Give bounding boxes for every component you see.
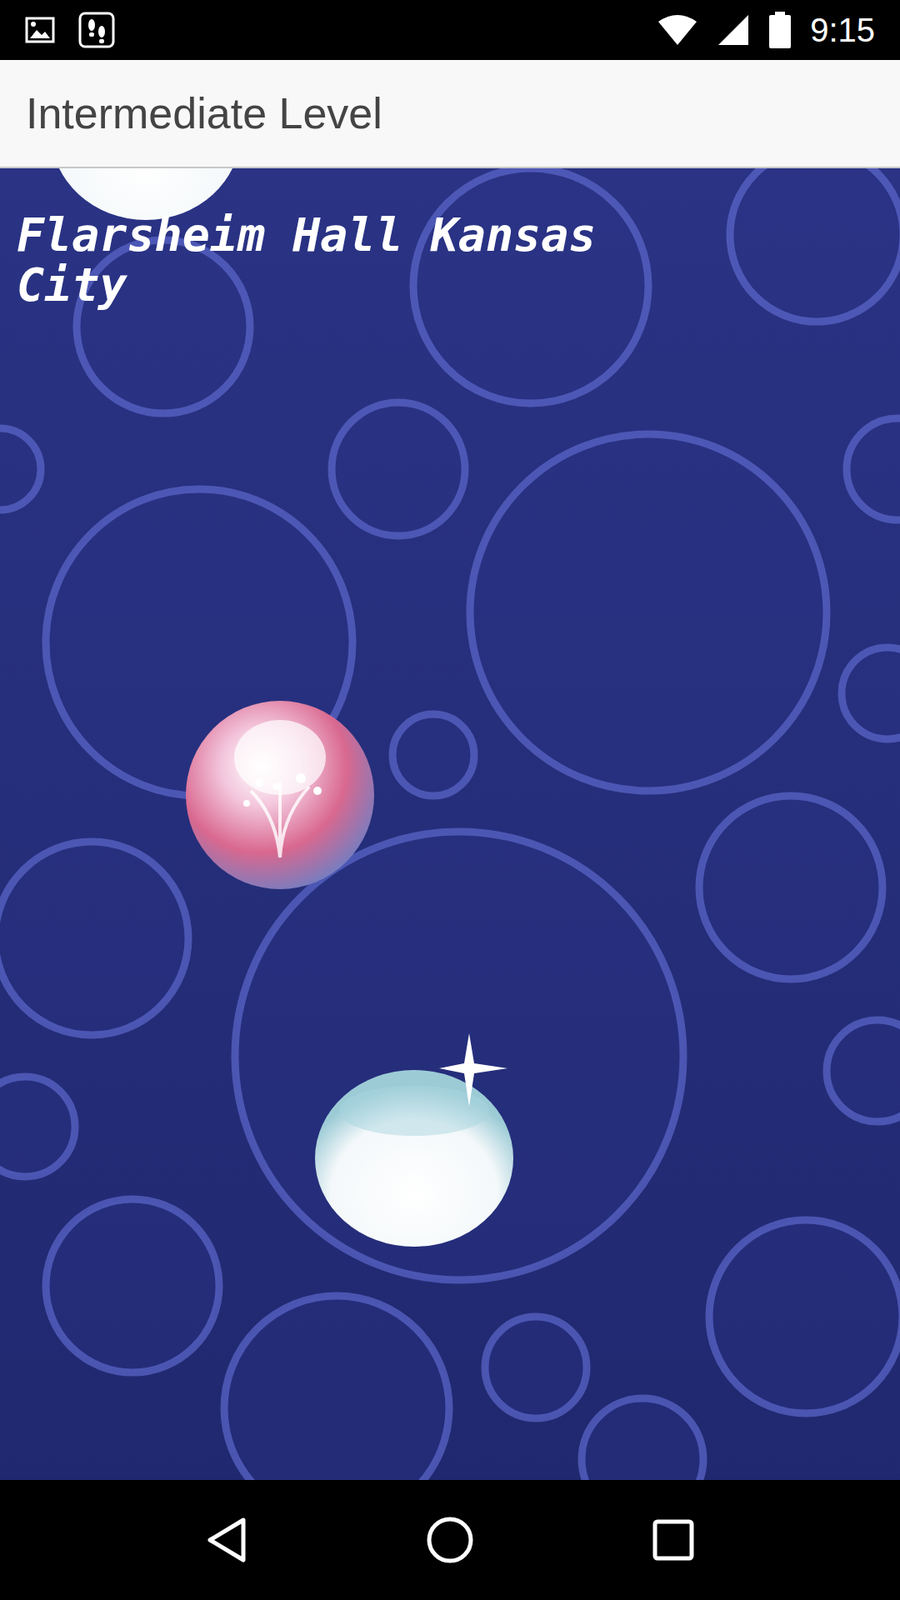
- recent-apps-icon[interactable]: [651, 1518, 695, 1562]
- game-area[interactable]: Flarsheim Hall Kansas City: [0, 168, 900, 1480]
- footsteps-icon: [78, 11, 115, 49]
- status-time: 9:15: [810, 13, 875, 47]
- signal-icon: [716, 13, 750, 47]
- status-bar: 9:15: [0, 0, 900, 60]
- white-ball-icon[interactable]: [314, 1031, 523, 1249]
- bubble-background-icon: [0, 168, 900, 1480]
- battery-icon: [768, 11, 792, 49]
- pink-ball-icon[interactable]: [184, 699, 376, 891]
- app-screen: 9:15 Intermediate Level Flarsheim Hall Kan…: [0, 0, 900, 1600]
- location-clue: Flarsheim Hall Kansas City: [16, 208, 596, 312]
- back-icon[interactable]: [205, 1516, 249, 1564]
- app-bar: Intermediate Level: [0, 60, 900, 169]
- gallery-icon: [25, 16, 55, 44]
- wifi-icon: [656, 13, 699, 47]
- app-bar-title: Intermediate Level: [25, 86, 383, 141]
- navigation-bar: [0, 1480, 900, 1600]
- home-icon[interactable]: [425, 1515, 475, 1565]
